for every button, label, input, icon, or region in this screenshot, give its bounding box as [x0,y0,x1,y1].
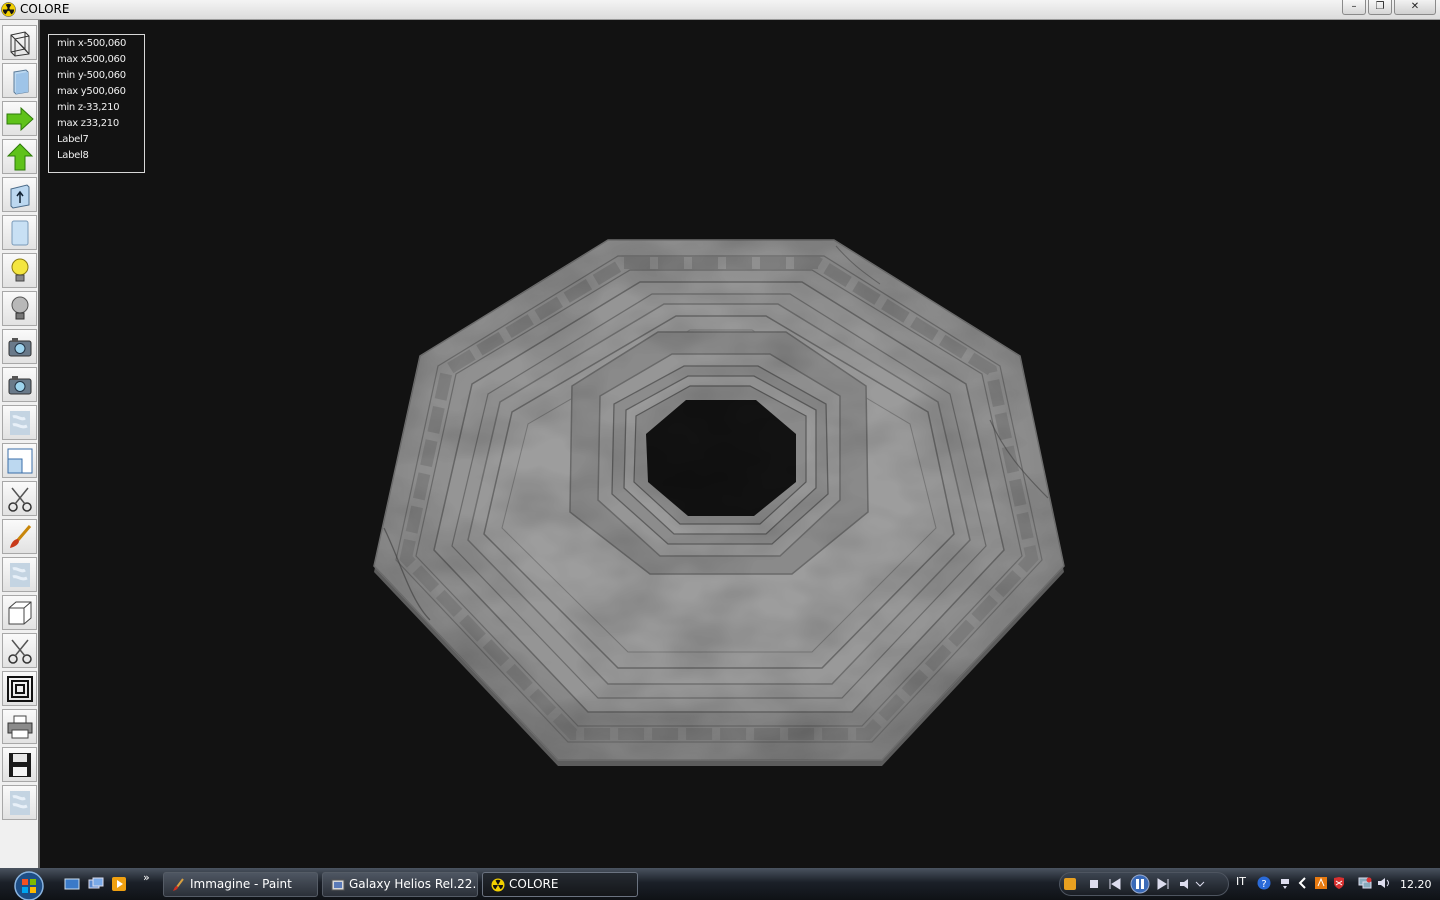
media-controls [1064,874,1205,894]
scissors-icon [7,639,32,664]
taskbar: » Immagine - Paint Galaxy Helios Rel.22.… [0,868,1440,900]
min-z-label: min z-33,210 [57,102,120,113]
green-arrow-up-icon [6,142,33,170]
task-galaxy-helios[interactable]: Galaxy Helios Rel.22... [322,872,478,897]
colore-icon [491,878,505,892]
task-label: COLORE [509,877,559,891]
app-tray-icon[interactable] [1314,876,1328,890]
task-label: Galaxy Helios Rel.22... [349,877,478,891]
light-off-tool[interactable] [2,291,37,326]
solid-box-tool[interactable] [2,63,37,98]
texture-3-tool[interactable] [2,785,37,820]
min-y-label: min y-500,060 [57,70,126,81]
min-x-label: min x-500,060 [57,38,127,49]
save-tool[interactable] [2,747,37,782]
label8: Label8 [57,150,89,161]
help-icon[interactable]: ? [1257,876,1271,890]
svg-text:?: ? [1261,879,1266,890]
texture-tool[interactable] [2,405,37,440]
concentric-squares-icon [6,675,33,702]
camera-2-tool[interactable] [2,367,37,402]
solid-box-icon [13,68,28,95]
green-arrow-right-icon [6,106,34,131]
network-icon[interactable] [1358,876,1372,890]
quicklaunch-more[interactable]: » [143,871,150,884]
window-tool[interactable] [2,443,37,478]
clock[interactable]: 12.20 [1400,878,1432,891]
frame-tool[interactable] [2,671,37,706]
max-y-label: max y500,060 [57,86,126,97]
close-button[interactable]: ✕ [1394,0,1436,15]
camera-tool[interactable] [2,329,37,364]
volume-icon[interactable] [1377,876,1391,890]
title-bar: COLORE – ❐ ✕ [0,0,1440,20]
galaxy-icon [331,879,345,891]
panel-tool[interactable] [2,215,37,250]
lightbulb-yellow-icon [11,258,28,281]
task-label: Immagine - Paint [190,877,292,891]
language-settings-icon[interactable] [1278,876,1292,890]
texture-icon [9,410,30,435]
show-desktop-icon[interactable] [64,876,80,892]
window-icon [7,448,32,473]
print-tool[interactable] [2,709,37,744]
paintbrush-icon [9,524,31,548]
paint-tool[interactable] [2,519,37,554]
task-colore[interactable]: COLORE [482,872,638,897]
box-up-arrow-icon [10,183,29,209]
start-button[interactable] [9,870,49,900]
security-icon[interactable] [1332,876,1346,890]
max-z-label: max z33,210 [57,118,119,129]
chevron-left-icon[interactable] [1296,876,1310,890]
cube-tool[interactable] [2,595,37,630]
texture-2-tool[interactable] [2,557,37,592]
printer-icon [7,715,32,738]
media-player-icon[interactable] [111,876,127,892]
wireframe-box-tool[interactable] [2,25,37,60]
cube-icon [8,601,31,624]
floppy-disk-icon [8,752,31,777]
camera-icon [8,375,31,394]
paint-icon [173,878,184,891]
language-indicator[interactable]: IT [1236,875,1246,888]
arrow-right-tool[interactable] [2,101,37,136]
window-controls: – ❐ ✕ [1342,0,1436,15]
radiation-app-icon [1,2,16,17]
max-x-label: max x500,060 [57,54,126,65]
lightbulb-gray-icon [11,296,28,319]
label7: Label7 [57,134,89,145]
maximize-button[interactable]: ❐ [1368,0,1392,15]
move-up-tool[interactable] [2,177,37,212]
camera-icon [8,337,31,356]
ceiling-rose-model [373,239,1065,766]
task-paint[interactable]: Immagine - Paint [163,872,318,897]
texture-icon [9,790,30,815]
minimize-button[interactable]: – [1342,0,1366,15]
scissors-icon [7,487,32,512]
bounds-info-panel: min x-500,060 max x500,060 min y-500,060… [48,34,145,173]
cut-2-tool[interactable] [2,633,37,668]
3d-viewport[interactable] [42,20,1440,868]
left-toolbar [0,20,40,868]
media-player-toolbar[interactable] [1059,872,1229,896]
texture-icon [9,562,30,587]
arrow-up-tool[interactable] [2,139,37,174]
light-on-tool[interactable] [2,253,37,288]
cut-tool[interactable] [2,481,37,516]
window-title: COLORE [20,2,70,16]
panel-icon [11,220,28,245]
switch-windows-icon[interactable] [88,876,104,892]
wireframe-box-icon [10,30,29,57]
